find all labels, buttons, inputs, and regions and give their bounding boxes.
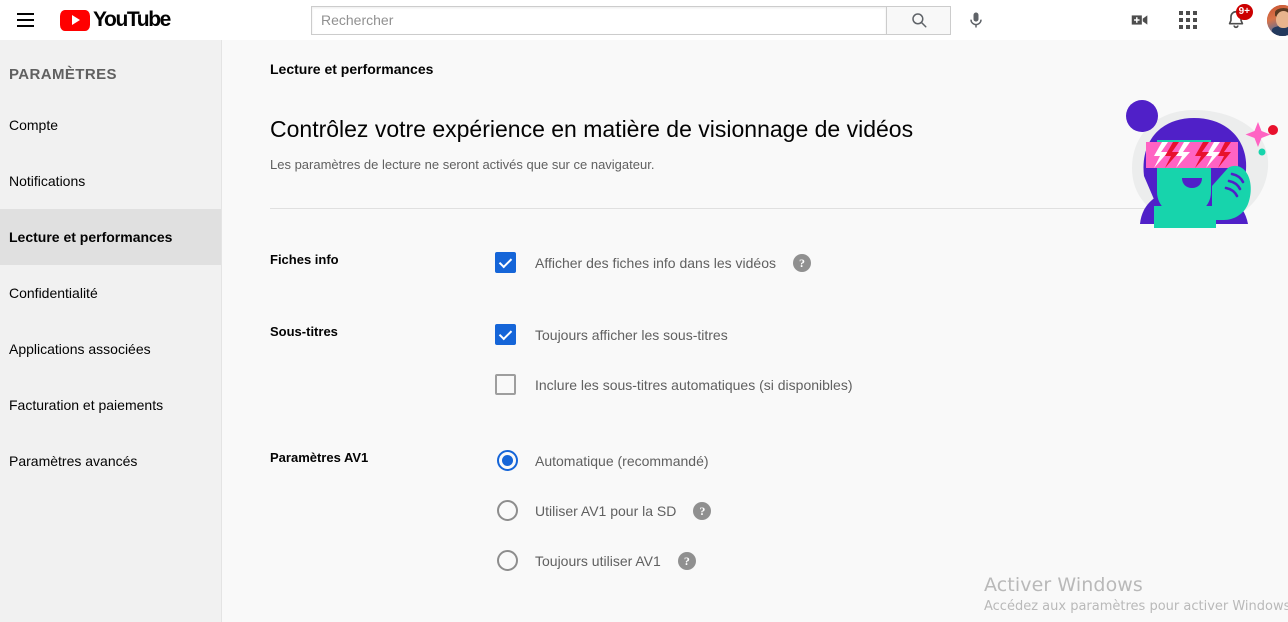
radio-utiliser-av1-pour-la-sd[interactable] (497, 500, 518, 522)
setting-label-parametres-av1: Paramètres AV1 (270, 449, 369, 465)
section-divider (270, 207, 1241, 209)
option-label: Automatique (recommandé) (535, 452, 709, 469)
video-camera-add-icon[interactable] (1123, 3, 1157, 37)
windows-activation-watermark: Activer Windows Accédez aux paramètres p… (984, 574, 1288, 614)
search-input[interactable] (311, 5, 886, 35)
option-automatique-recommande[interactable]: Automatique (recommandé) (495, 447, 1241, 475)
setting-options-sous-titres: Toujours afficher les sous-titres Inclur… (495, 321, 1241, 399)
help-icon[interactable]: ? (793, 253, 811, 272)
option-label: Utiliser AV1 pour la SD (535, 502, 677, 519)
setting-options-parametres-av1: Automatique (recommandé) Utiliser AV1 po… (495, 447, 1241, 575)
hero-subtitle: Les paramètres de lecture ne seront acti… (270, 156, 655, 172)
option-toujours-afficher-sous-titres[interactable]: Toujours afficher les sous-titres (495, 321, 1241, 349)
search-icon[interactable] (886, 5, 951, 35)
option-utiliser-av1-pour-la-sd[interactable]: Utiliser AV1 pour la SD ? (495, 497, 1241, 525)
youtube-logo-text: YouTube (93, 8, 171, 31)
youtube-play-icon (60, 9, 90, 31)
radio-automatique-recommande[interactable] (497, 450, 518, 472)
notifications-count-badge: 9+ (1235, 4, 1253, 20)
option-inclure-sous-titres-automatiques[interactable]: Inclure les sous-titres automatiques (si… (495, 371, 1241, 399)
watermark-title: Activer Windows (984, 574, 1143, 596)
youtube-logo[interactable]: YouTube (60, 8, 171, 32)
sidebar-item-confidentialite[interactable]: Confidentialité (0, 265, 221, 321)
sidebar-title: PARAMÈTRES (9, 66, 117, 83)
avatar-face (1276, 10, 1288, 28)
setting-options-fiches-info: Afficher des fiches info dans les vidéos… (495, 249, 1241, 277)
checkbox-inclure-sous-titres-automatiques[interactable] (495, 374, 516, 396)
checkbox-afficher-fiches-info[interactable] (495, 252, 516, 274)
masthead-left: YouTube (0, 3, 300, 37)
settings-list: Fiches info Afficher des fiches info dan… (223, 249, 1288, 575)
setting-row-parametres-av1: Paramètres AV1 Automatique (recommandé) … (270, 447, 1241, 575)
checkbox-toujours-afficher-sous-titres[interactable] (495, 324, 516, 346)
sidebar-item-parametres-avances[interactable]: Paramètres avancés (0, 433, 221, 489)
menu-bar-1 (16, 13, 34, 15)
option-afficher-fiches-info[interactable]: Afficher des fiches info dans les vidéos… (495, 249, 1241, 277)
watermark-subtitle: Accédez aux paramètres pour activer Wind… (984, 599, 1288, 614)
option-label: Toujours utiliser AV1 (535, 552, 661, 569)
masthead-center (311, 3, 993, 37)
hero-title: Contrôlez votre expérience en matière de… (270, 116, 914, 142)
search-box (311, 5, 951, 35)
masthead-right: 9+ (1123, 3, 1288, 37)
setting-label-sous-titres: Sous-titres (270, 323, 338, 339)
sidebar-item-notifications[interactable]: Notifications (0, 153, 221, 209)
help-icon[interactable]: ? (693, 501, 712, 520)
option-label: Afficher des fiches info dans les vidéos (535, 254, 776, 271)
setting-label-fiches-info: Fiches info (270, 251, 339, 267)
hero-section: Contrôlez votre expérience en matière de… (223, 100, 1288, 228)
sidebar-item-facturation-et-paiements[interactable]: Facturation et paiements (0, 377, 221, 433)
settings-sidebar: PARAMÈTRES Compte Notifications Lecture … (0, 40, 222, 622)
sidebar-nav-list: Compte Notifications Lecture et performa… (0, 97, 221, 489)
option-toujours-utiliser-av1[interactable]: Toujours utiliser AV1 ? (495, 547, 1241, 575)
apps-grid-icon[interactable] (1171, 3, 1205, 37)
user-avatar[interactable] (1267, 4, 1288, 36)
notifications-bell-icon[interactable]: 9+ (1219, 3, 1253, 37)
option-label: Toujours afficher les sous-titres (535, 326, 728, 343)
menu-bar-3 (16, 25, 34, 27)
setting-row-sous-titres: Sous-titres Toujours afficher les sous-t… (270, 321, 1241, 399)
sidebar-item-lecture-et-performances[interactable]: Lecture et performances (0, 209, 221, 265)
page-title: Lecture et performances (270, 61, 434, 77)
main-content: Lecture et performances Contrôlez votre … (223, 40, 1288, 622)
option-label: Inclure les sous-titres automatiques (si… (535, 376, 853, 393)
masthead: YouTube Rechercher 9+ (0, 0, 1288, 40)
sidebar-item-compte[interactable]: Compte (0, 97, 221, 153)
help-icon[interactable]: ? (677, 551, 696, 570)
radio-toujours-utiliser-av1[interactable] (497, 550, 518, 572)
microphone-icon[interactable] (959, 3, 993, 37)
setting-row-fiches-info: Fiches info Afficher des fiches info dan… (270, 249, 1241, 277)
menu-bar-2 (16, 19, 34, 21)
sidebar-item-applications-associees[interactable]: Applications associées (0, 321, 221, 377)
hamburger-menu-icon[interactable] (8, 3, 42, 37)
